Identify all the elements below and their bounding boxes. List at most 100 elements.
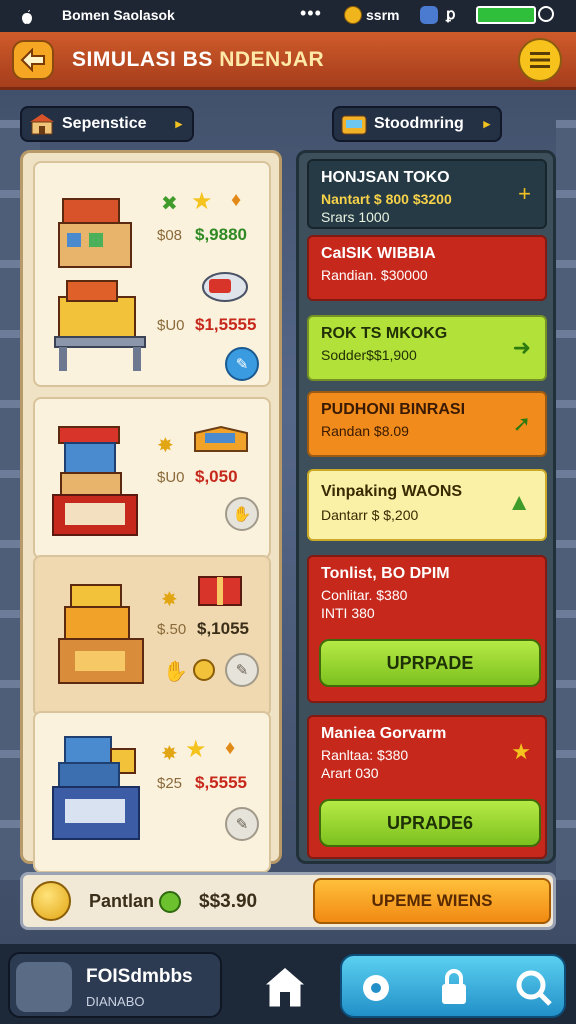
upgrade-sub: Sodder$$1,900 (321, 347, 417, 363)
menu-icon (530, 52, 550, 68)
home-icon[interactable] (258, 962, 312, 1012)
nav-actions (340, 954, 566, 1018)
upgrade-title: Maniea Gorvarm (321, 725, 447, 742)
shop-card[interactable]: ✸ ★ ♦ $25 $,5555 ✎ (33, 711, 271, 873)
profile-card[interactable]: FOISdmbbs DIANABO (8, 952, 222, 1018)
pin-icon: ♦ (225, 737, 236, 759)
gear-icon[interactable] (354, 966, 398, 1010)
upgrade-sub: Arart 030 (321, 765, 379, 781)
search-icon[interactable] (512, 966, 556, 1010)
upgrade-sub: Srars 1000 (321, 209, 390, 225)
tool-icon: ✎ (235, 816, 249, 833)
buy-button[interactable]: ✎ (225, 653, 259, 687)
coin-icon (31, 881, 71, 921)
back-button[interactable] (12, 40, 54, 80)
upgrade-card-header: HONJSAN TOKO Nantart $ 800 $3200 Srars 1… (307, 159, 547, 229)
plus-icon: + (518, 181, 531, 206)
balance-label: Pantlan (89, 891, 155, 911)
upgrade-title: ROK TS MKOKG (321, 325, 448, 342)
carrier-text: Bomen Saolasok (62, 7, 175, 23)
card-price: $1,5555 (195, 315, 257, 334)
coin-icon (193, 659, 215, 681)
buy-button[interactable]: ✎ (225, 347, 259, 381)
upgrade-card[interactable]: CaISIK WIBBIA Randian. $30000 (307, 235, 547, 301)
gift-box-icon (198, 576, 242, 606)
upgrade-button[interactable]: UPRPADE (319, 639, 541, 687)
tag-sepenstice[interactable]: Sepenstice ▸ (20, 106, 194, 142)
star-icon: ★ (511, 739, 531, 764)
tool-icon: ✎ (235, 356, 249, 373)
shop-card[interactable]: ✸ $U0 $,050 ✋ (33, 397, 271, 559)
sparkle-icon: ✸ (157, 435, 174, 457)
card-price: $,050 (195, 467, 238, 486)
upgrade-title: Tonlist, BO DPIM (321, 565, 450, 582)
box-icon (194, 425, 248, 452)
upgrade-card-expanded: Maniea Gorvarm Ranltaa: $380 Arart 030 ★… (307, 715, 547, 859)
menu-button[interactable] (518, 38, 562, 82)
card-minor-value: $U0 (157, 469, 185, 486)
arrow-down-icon: ➜ (512, 335, 531, 360)
shop-icon (30, 114, 54, 135)
page-title: SIMULASI BS NDENJAR (72, 48, 325, 71)
coin-text: ssrm (366, 7, 400, 23)
bottom-balance-bar: Pantlan $$3.90 UPEME WIENS (20, 872, 556, 930)
sparkle-icon: ✖ (161, 193, 178, 215)
upgrade-sub: Nantart $ 800 $3200 (321, 191, 452, 207)
upgrade-card[interactable]: ROK TS MKOKG Sodder$$1,900 ➜ (307, 315, 547, 381)
crates-stall-icon (58, 584, 144, 684)
tag-label: Stoodmring (374, 115, 464, 132)
tool-icon: ✎ (235, 662, 249, 679)
card-price: $,9880 (195, 225, 247, 244)
shelf-right-decor (556, 120, 576, 880)
hand-coin-icon: ✋ (163, 661, 188, 683)
crate-avatar-icon (16, 962, 72, 1012)
card-minor-value: $25 (157, 775, 183, 792)
upgrade-sub: INTI 380 (321, 605, 375, 621)
blue-crates-icon (52, 736, 140, 840)
upgrade-card[interactable]: PUDHONI BINRASI Randan $8.09 ➚ (307, 391, 547, 457)
buy-button[interactable]: ✎ (225, 807, 259, 841)
battery-icon (476, 6, 536, 24)
hand-icon: ✋ (232, 506, 252, 523)
upgrade-menu-button[interactable]: UPEME WIENS (313, 878, 551, 924)
upgrade-sub: Randan $8.09 (321, 423, 409, 439)
coins-stack-icon (202, 272, 248, 302)
upgrade-sub: Ranltaa: $380 (321, 747, 409, 763)
card-price: $,5555 (195, 773, 247, 792)
arrow-up-icon: ▲ (507, 489, 531, 516)
signal-text: ꝑ (446, 6, 456, 23)
buy-button[interactable]: ✋ (225, 497, 259, 531)
card-minor-value: $U0 (157, 317, 185, 334)
shop-card-selected[interactable]: ✸ $.50 $,1055 ✋ ✎ (33, 555, 271, 717)
leaf-icon (159, 891, 181, 913)
upgrade-button[interactable]: UPRADE6 (319, 799, 541, 847)
arrow-up-icon: ➚ (512, 411, 531, 436)
tag-label: Sepenstice (62, 115, 147, 132)
profile-name: FOISdmbbs (86, 966, 193, 987)
lock-icon[interactable] (432, 966, 476, 1010)
upgrade-card[interactable]: Vinpaking WAONS Dantarr $ $,200 ▲ (307, 469, 547, 541)
crates-shelf-icon (54, 198, 146, 371)
shop-items-panel: ✖ ★ ♦ $08 $,9880 $U0 $1,5555 ✎ ✸ $U0 $,0… (20, 150, 282, 873)
shield-icon (420, 6, 438, 24)
card-minor-value: $08 (157, 227, 183, 244)
dots-icon: ••• (300, 3, 322, 23)
profile-sub: DIANABO (86, 994, 145, 1009)
sparkle-icon: ✸ (161, 589, 178, 611)
upgrade-sub: Conlitar. $380 (321, 587, 408, 603)
card-price: $,1055 (197, 619, 249, 638)
upgrade-title: CaISIK WIBBIA (321, 245, 436, 262)
top-header: SIMULASI BS NDENJAR (0, 32, 576, 90)
arrow-left-icon (20, 48, 45, 72)
upgrade-title: Vinpaking WAONS (321, 483, 463, 500)
chevron-right-icon: ▸ (483, 116, 490, 131)
star-icon: ★ (191, 188, 213, 215)
star-icon: ★ (185, 736, 207, 763)
upgrade-title: PUDHONI BINRASI (321, 401, 466, 418)
chevron-right-icon: ▸ (175, 116, 182, 131)
shop-card[interactable]: ✖ ★ ♦ $08 $,9880 $U0 $1,5555 ✎ (33, 161, 271, 387)
upgrade-title: HONJSAN TOKO (321, 169, 450, 186)
wifi-icon (538, 6, 554, 22)
tag-stoodmring[interactable]: Stoodmring ▸ (332, 106, 502, 142)
upgrade-card-expanded: Tonlist, BO DPIM Conlitar. $380 INTI 380… (307, 555, 547, 703)
